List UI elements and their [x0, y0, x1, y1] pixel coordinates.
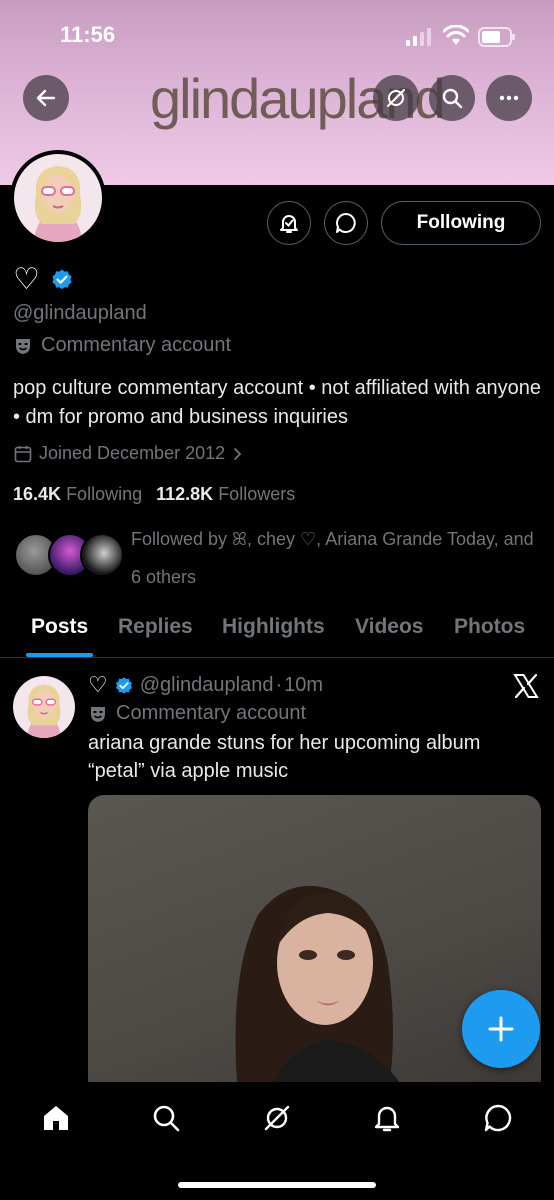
active-tab-indicator — [26, 653, 93, 657]
post-category-label: Commentary account — [116, 702, 307, 724]
followers-label: Followers — [218, 484, 296, 504]
hide-icon — [387, 89, 405, 107]
post-category: Commentary account — [88, 702, 306, 725]
battery-icon — [478, 27, 515, 47]
back-button[interactable] — [23, 75, 69, 121]
follow-stats: 16.4K Following 112.8K Followers — [13, 484, 295, 505]
tab-photos[interactable]: Photos — [454, 615, 525, 639]
followed-by-text[interactable]: Followed by ꕤ, chey ♡, Ariana Grande Tod… — [131, 520, 541, 596]
grok-icon[interactable] — [261, 1102, 293, 1134]
category-label: Commentary account — [41, 334, 232, 356]
following-label: Following — [66, 484, 143, 504]
followers-count: 112.8K — [156, 484, 214, 504]
notify-icon — [280, 215, 298, 233]
status-bar: 11:56 — [0, 0, 554, 70]
x-logo-icon — [513, 673, 539, 699]
follower-avatar — [80, 533, 124, 577]
following-stat[interactable]: 16.4K Following — [13, 484, 142, 505]
plus-icon — [488, 1016, 514, 1042]
profile-bio: pop culture commentary account • not aff… — [13, 377, 542, 428]
theater-mask-icon — [91, 706, 105, 722]
wifi-icon — [443, 25, 469, 45]
compose-post-button[interactable] — [462, 990, 540, 1068]
cellular-signal-icon — [406, 28, 431, 46]
more-icon — [499, 95, 519, 101]
profile-avatar[interactable] — [10, 150, 106, 246]
back-arrow-icon — [36, 89, 56, 107]
verified-icon[interactable] — [50, 268, 74, 292]
post-display-name[interactable]: ♡ — [88, 673, 108, 698]
dm-icon[interactable] — [482, 1102, 514, 1134]
profile-category: Commentary account — [13, 334, 231, 357]
avatar-image — [13, 676, 75, 738]
theater-mask-icon — [16, 338, 30, 354]
profile-handle: @glindaupland — [13, 302, 147, 324]
message-icon — [336, 213, 356, 233]
post-author-avatar[interactable] — [13, 676, 75, 738]
post-handle[interactable]: @glindaupland — [140, 674, 274, 697]
notifications-toggle-button[interactable] — [267, 201, 311, 245]
calendar-icon — [14, 445, 32, 462]
chevron-right-icon — [234, 447, 242, 460]
following-button[interactable]: Following — [381, 201, 541, 245]
following-count: 16.4K — [13, 484, 62, 504]
search-button[interactable] — [429, 75, 475, 121]
profile-name-row: ♡ — [13, 262, 74, 297]
tab-videos[interactable]: Videos — [355, 615, 423, 639]
more-button[interactable] — [486, 75, 532, 121]
status-time: 11:56 — [60, 22, 116, 47]
post-header: ♡ @glindaupland · 10m — [88, 673, 323, 698]
display-name: ♡ — [13, 262, 40, 297]
avatar-image — [14, 154, 102, 242]
joined-text: Joined December 2012 — [39, 443, 226, 463]
followers-stat[interactable]: 112.8K Followers — [156, 484, 295, 505]
tab-replies[interactable]: Replies — [118, 615, 193, 639]
followed-by-avatars[interactable] — [14, 533, 124, 579]
tab-posts[interactable]: Posts — [31, 615, 88, 639]
joined-date[interactable]: Joined December 2012 — [13, 443, 245, 464]
search-icon — [442, 88, 463, 109]
profile-tabs: Posts Replies Highlights Videos Photos — [0, 600, 554, 658]
message-button[interactable] — [324, 201, 368, 245]
home-indicator[interactable] — [178, 1182, 376, 1188]
grok-button[interactable] — [373, 75, 419, 121]
explore-icon[interactable] — [150, 1102, 182, 1134]
bell-icon[interactable] — [371, 1102, 403, 1134]
post-text: ariana grande stuns for her upcoming alb… — [88, 732, 481, 782]
post-time[interactable]: 10m — [284, 674, 323, 697]
tab-highlights[interactable]: Highlights — [222, 615, 325, 639]
post-separator: · — [275, 674, 283, 696]
verified-icon — [115, 676, 132, 694]
home-icon[interactable] — [40, 1102, 72, 1134]
